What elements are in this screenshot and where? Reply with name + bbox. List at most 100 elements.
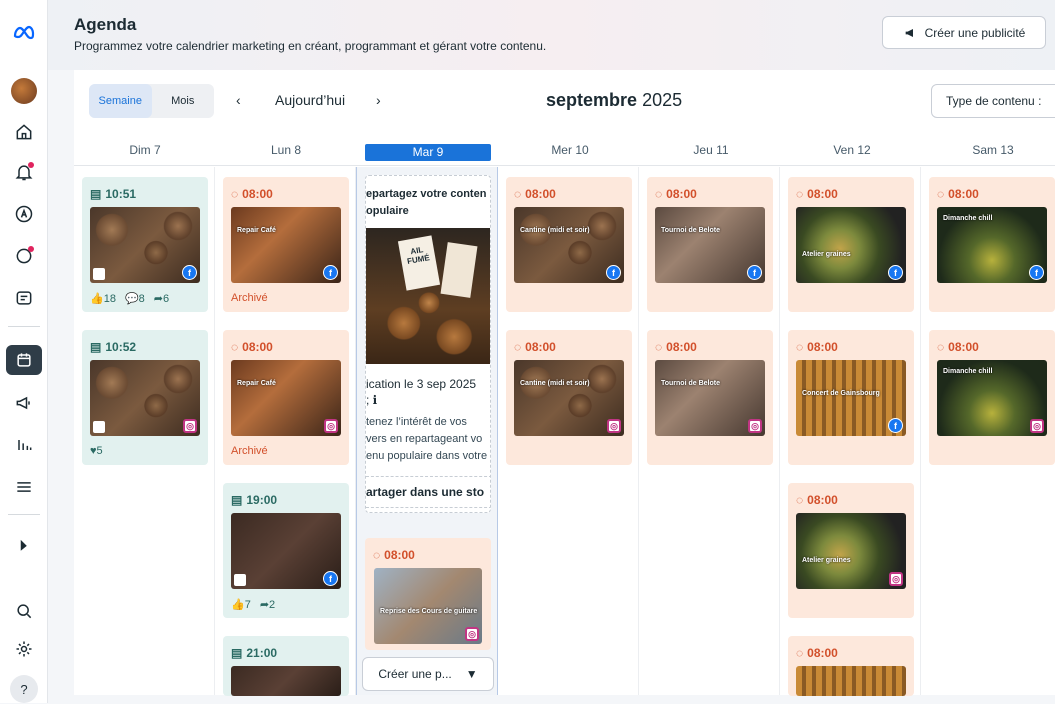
share-to-story-button[interactable]: artager dans une sto <box>366 476 490 508</box>
suggestion-title: epartagez votre conten opulaire <box>366 188 487 217</box>
create-post-button[interactable]: Créer une p... ▼ <box>362 657 494 691</box>
post-time: ◌ 08:00 <box>231 340 273 354</box>
post-card[interactable]: ▤ 10:51 f 👍18 💬8 ➦6 <box>82 177 208 312</box>
create-ad-button[interactable]: Créer une publicité <box>882 16 1046 49</box>
post-card[interactable]: ◌ 08:00 Repair Café ◎ Archivé <box>223 330 349 465</box>
scheduled-icon: ◌ <box>655 340 663 354</box>
post-thumbnail: Atelier graines ◎ <box>796 513 906 589</box>
instagram-icon: ◎ <box>465 627 479 641</box>
search-icon[interactable] <box>6 596 42 626</box>
calendar-toolbar: Semaine Mois ‹ Aujourd’hui › septembre 2… <box>74 70 1055 134</box>
today-button[interactable]: Aujourd’hui <box>275 92 345 108</box>
page-subtitle: Programmez votre calendrier marketing en… <box>74 39 547 53</box>
view-switch: Semaine Mois <box>89 84 214 118</box>
day-header-mon: Lun 8 <box>270 143 302 157</box>
prev-week-button[interactable]: ‹ <box>236 92 241 108</box>
post-card[interactable]: ◌ 08:00 Cantine (midi et soir) f <box>506 177 632 312</box>
week-view-button[interactable]: Semaine <box>89 84 152 118</box>
post-card[interactable]: ◌ 08:00 Dimanche chill f <box>929 177 1055 312</box>
page-title: Agenda <box>74 15 137 34</box>
facebook-icon: f <box>747 265 762 280</box>
facebook-icon: f <box>182 265 197 280</box>
comments-count: 💬8 <box>124 293 145 305</box>
post-card[interactable]: ▤ 21:00 <box>223 636 349 696</box>
scheduled-icon: ◌ <box>655 187 663 201</box>
post-thumbnail: ◎ <box>90 360 200 436</box>
scheduled-icon: ◌ <box>514 340 522 354</box>
day-header-fri: Ven 12 <box>833 143 871 157</box>
meta-logo-icon[interactable] <box>6 18 42 48</box>
post-card[interactable]: ◌ 08:00 Tournoi de Belote ◎ <box>647 330 773 465</box>
post-time: ◌ 08:00 <box>655 340 697 354</box>
post-card[interactable]: ◌ 08:00 Atelier graines f <box>788 177 914 312</box>
post-time: ◌ 08:00 <box>937 340 979 354</box>
post-thumbnail: f <box>231 513 341 589</box>
facebook-icon: f <box>606 265 621 280</box>
day-header-sun: Dim 7 <box>129 143 161 157</box>
expand-icon[interactable] <box>6 530 42 560</box>
scheduled-icon: ◌ <box>231 340 239 354</box>
day-header-sat: Sam 13 <box>972 143 1014 157</box>
day-headers: Dim 7 Lun 8 Mar 9 Mer 10 Jeu 11 Ven 12 S… <box>74 136 1055 166</box>
scheduled-icon: ◌ <box>514 187 522 201</box>
post-card[interactable]: ▤ 10:52 ◎ ♥5 <box>82 330 208 465</box>
day-column-sun: ▤ 10:51 f 👍18 💬8 ➦6 ▤ 10:52 ◎ ♥5 <box>74 167 215 695</box>
post-card[interactable]: ▤ 19:00 f 👍7 ➦2 <box>223 483 349 618</box>
day-column-mon: ◌ 08:00 Repair Café f Archivé ◌ 08:00 Repai… <box>215 167 356 696</box>
help-icon[interactable]: ? <box>6 674 42 704</box>
scheduled-icon: ◌ <box>796 340 804 354</box>
post-card[interactable]: ◌ 08:00 Concert de Gainsbourg f <box>788 330 914 465</box>
post-time: ▤ 21:00 <box>231 646 278 660</box>
post-card[interactable]: ◌ 08:00 Cantine (midi et soir) ◎ <box>506 330 632 465</box>
settings-icon[interactable] <box>6 634 42 664</box>
day-column-thu: ◌ 08:00 Tournoi de Belote f ◌ 08:00 Tournoi… <box>639 167 780 695</box>
facebook-icon: f <box>323 571 338 586</box>
post-stats: 👍7 ➦2 <box>231 598 275 611</box>
post-time: ◌ 08:00 <box>655 187 697 201</box>
likes-count: 👍7 <box>231 599 251 611</box>
page-avatar[interactable] <box>6 76 42 106</box>
activity-icon[interactable] <box>6 241 42 271</box>
post-thumbnail: Repair Café f <box>231 207 341 283</box>
published-icon: ▤ <box>231 646 243 660</box>
inbox-icon[interactable] <box>6 283 42 313</box>
menu-icon[interactable] <box>6 472 42 502</box>
insights-icon[interactable] <box>6 430 42 460</box>
status-label: Archivé <box>231 445 268 457</box>
share-suggestion-card[interactable]: epartagez votre conten opulaire AIL FUMÉ … <box>365 175 491 513</box>
post-thumbnail: Cantine (midi et soir) f <box>514 207 624 283</box>
next-week-button[interactable]: › <box>376 92 381 108</box>
post-card[interactable]: ◌ 08:00 Tournoi de Belote f <box>647 177 773 312</box>
post-time: ◌ 08:00 <box>937 187 979 201</box>
post-thumbnail: Tournoi de Belote f <box>655 207 765 283</box>
shares-count: ➦2 <box>259 599 276 611</box>
day-header-tue-today: Mar 9 <box>365 144 491 161</box>
facebook-icon: f <box>1029 265 1044 280</box>
post-thumbnail <box>796 666 906 696</box>
post-card[interactable]: ◌ 08:00 <box>788 636 914 696</box>
published-icon: ▤ <box>90 187 102 201</box>
calendar-icon[interactable] <box>6 345 42 375</box>
post-card[interactable]: ◌ 08:00 Reprise des Cours de guitare ◎ <box>365 538 491 650</box>
home-icon[interactable] <box>6 117 42 147</box>
notifications-icon[interactable] <box>6 157 42 187</box>
post-card[interactable]: ◌ 08:00 Repair Café f Archivé <box>223 177 349 312</box>
create-ad-label: Créer une publicité <box>924 25 1026 40</box>
published-icon: ▤ <box>90 340 102 354</box>
chevron-down-icon: ▼ <box>465 667 478 681</box>
scheduled-icon: ◌ <box>937 187 945 201</box>
ads-icon[interactable] <box>6 199 42 229</box>
month-view-button[interactable]: Mois <box>152 84 215 118</box>
day-header-wed: Mer 10 <box>551 143 589 157</box>
content-type-filter[interactable]: Type de contenu : <box>931 84 1055 118</box>
day-column-tue: epartagez votre conten opulaire AIL FUMÉ … <box>356 167 498 695</box>
post-card[interactable]: ◌ 08:00 Dimanche chill ◎ <box>929 330 1055 465</box>
scheduled-icon: ◌ <box>373 548 381 562</box>
post-card[interactable]: ◌ 08:00 Atelier graines ◎ <box>788 483 914 618</box>
post-time: ◌ 08:00 <box>796 340 838 354</box>
megaphone-icon[interactable] <box>6 388 42 418</box>
instagram-icon: ◎ <box>324 419 338 433</box>
facebook-icon: f <box>888 418 903 433</box>
post-thumbnail: Atelier graines f <box>796 207 906 283</box>
page-header: Agenda Programmez votre calendrier marke… <box>48 0 1055 70</box>
